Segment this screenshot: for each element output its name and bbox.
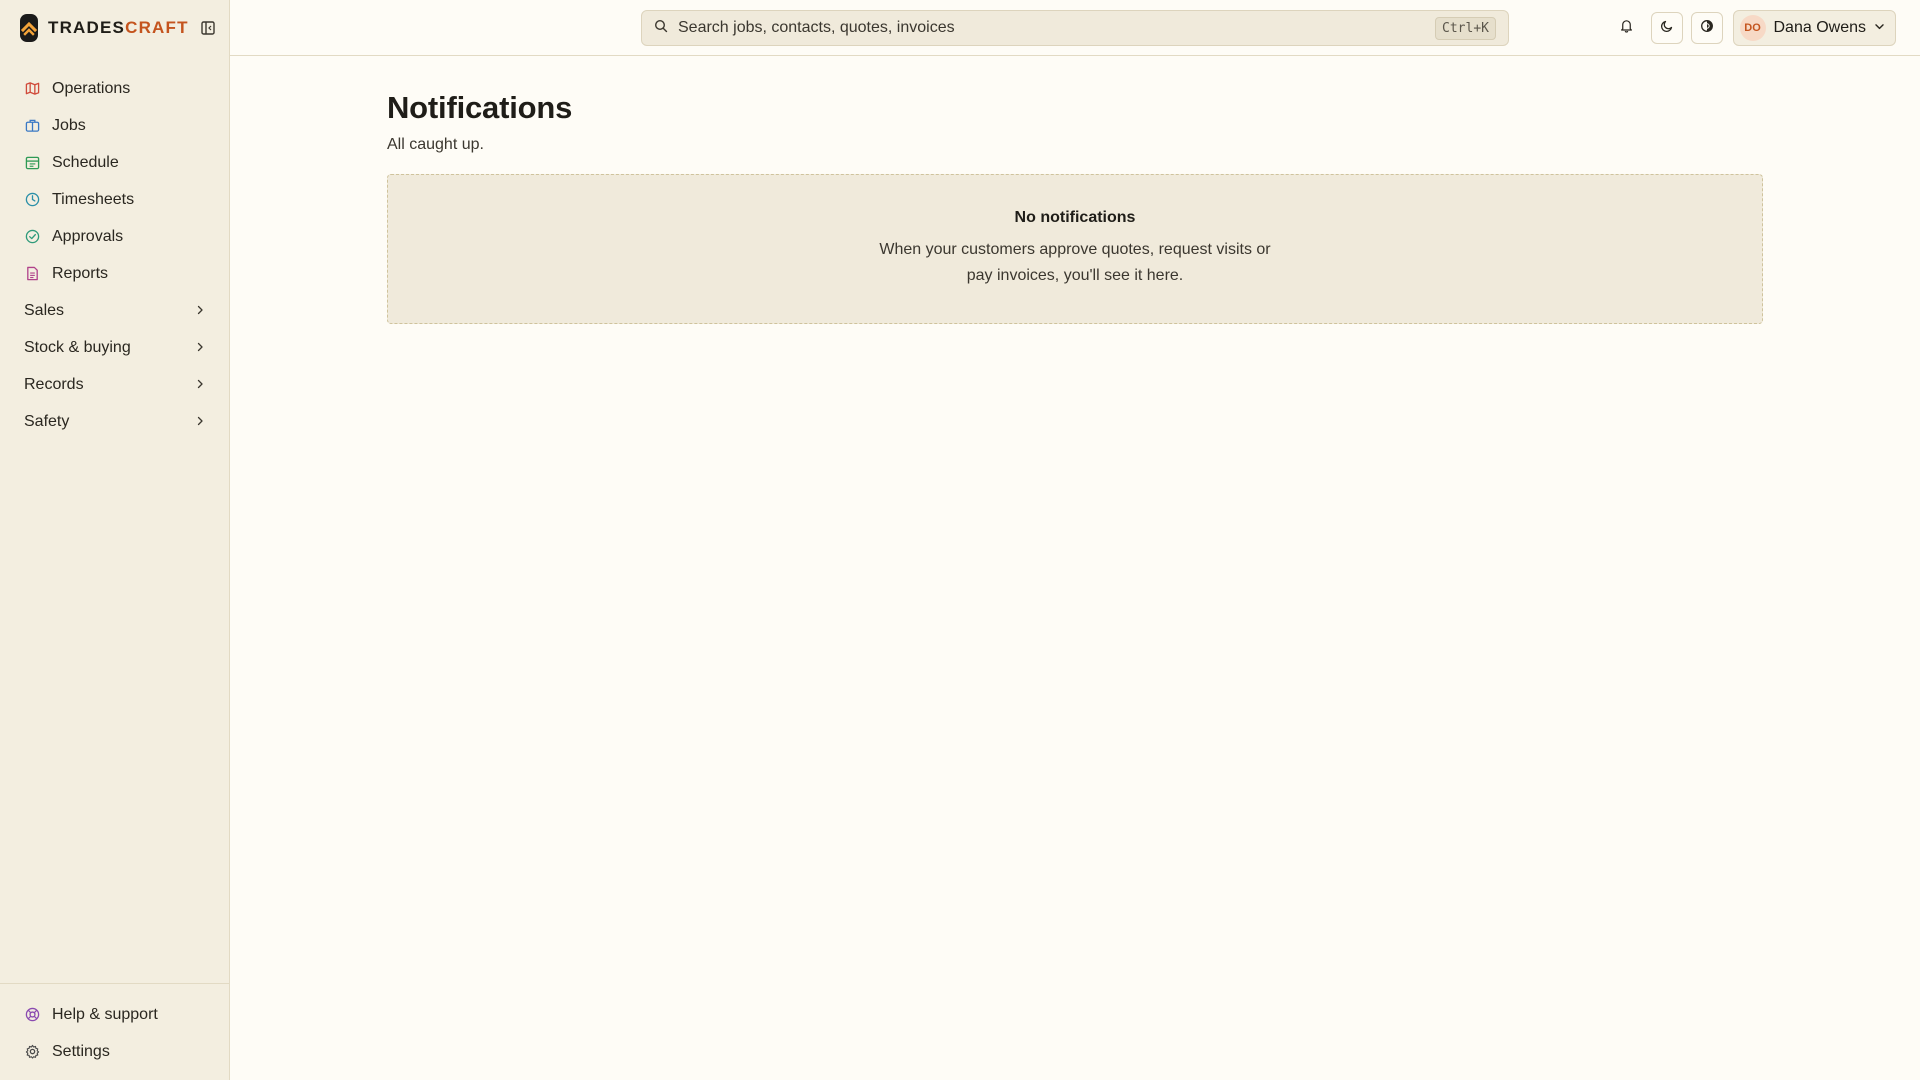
sidebar-item-operations[interactable]: Operations [0, 70, 229, 107]
empty-state-text: When your customers approve quotes, requ… [879, 241, 1271, 284]
search-bar[interactable]: Ctrl+K [641, 10, 1509, 46]
theme-toggle-button[interactable] [1650, 12, 1683, 44]
sidebar-group-label: Records [24, 375, 84, 393]
briefcase-icon [24, 118, 40, 134]
sidebar-item-reports[interactable]: Reports [0, 255, 229, 292]
user-menu-button[interactable]: DO Dana Owens [1732, 10, 1896, 46]
sidebar-group-label: Safety [24, 412, 70, 430]
sidebar-item-label: Reports [52, 264, 109, 282]
chevron-right-icon [195, 339, 205, 357]
map-icon [24, 81, 40, 97]
sidebar-group-label: Sales [24, 301, 65, 319]
sidebar-item-label: Schedule [52, 153, 119, 171]
app-root: TRADESCRAFT Operations Jobs Schedule Tim… [0, 0, 1920, 1080]
sidebar-item-label: Jobs [52, 116, 86, 134]
contrast-toggle-button[interactable] [1690, 12, 1723, 44]
chevron-right-icon [195, 302, 205, 320]
sidebar-group-stock-buying[interactable]: Stock & buying [0, 329, 229, 366]
main-area: Ctrl+K [230, 0, 1920, 1080]
brand-name: TRADESCRAFT [48, 18, 189, 38]
contrast-icon [1700, 19, 1714, 38]
topbar-actions: DO Dana Owens [1611, 10, 1896, 46]
search-input[interactable] [678, 19, 1426, 37]
sidebar: TRADESCRAFT Operations Jobs Schedule Tim… [0, 0, 230, 1080]
sidebar-collapse-icon[interactable] [201, 18, 215, 38]
page-title: Notifications [387, 90, 573, 125]
sidebar-item-timesheets[interactable]: Timesheets [0, 181, 229, 218]
brand: TRADESCRAFT [0, 0, 229, 56]
sidebar-footer: Help & support Settings [0, 983, 229, 1080]
notifications-button[interactable] [1611, 12, 1643, 44]
empty-state: No notifications When your customers app… [387, 174, 1763, 324]
lifebuoy-icon [24, 1007, 40, 1023]
sidebar-group-safety[interactable]: Safety [0, 403, 229, 440]
sidebar-item-jobs[interactable]: Jobs [0, 107, 229, 144]
sidebar-item-label: Settings [52, 1042, 110, 1060]
empty-state-title: No notifications [1014, 209, 1136, 226]
page-subtitle: All caught up. [387, 136, 484, 153]
topbar: Ctrl+K [230, 0, 1920, 56]
bell-icon [1619, 18, 1634, 38]
brand-name-main: TRADES [48, 18, 126, 37]
sidebar-item-help-support[interactable]: Help & support [0, 996, 229, 1033]
logo-icon [20, 14, 38, 42]
search-shortcut-badge: Ctrl+K [1435, 16, 1496, 40]
report-icon [24, 266, 40, 282]
sidebar-item-settings[interactable]: Settings [0, 1033, 229, 1070]
sidebar-group-sales[interactable]: Sales [0, 292, 229, 329]
notifications-page: Notifications All caught up. No notifica… [230, 56, 1920, 324]
moon-icon [1660, 19, 1674, 38]
chevron-down-icon [1874, 19, 1885, 37]
sidebar-group-records[interactable]: Records [0, 366, 229, 403]
check-circle-icon [24, 229, 40, 245]
calendar-icon [24, 155, 40, 171]
chevron-right-icon [195, 376, 205, 394]
chevron-right-icon [195, 413, 205, 431]
sidebar-item-label: Approvals [52, 227, 124, 245]
sidebar-item-schedule[interactable]: Schedule [0, 144, 229, 181]
sidebar-item-label: Operations [52, 79, 131, 97]
gear-icon [24, 1044, 40, 1060]
user-name: Dana Owens [1773, 19, 1867, 36]
sidebar-item-approvals[interactable]: Approvals [0, 218, 229, 255]
brand-name-accent: CRAFT [125, 18, 189, 37]
avatar: DO [1739, 15, 1766, 41]
clock-icon [24, 192, 40, 208]
sidebar-group-label: Stock & buying [24, 338, 131, 356]
sidebar-item-label: Timesheets [52, 190, 135, 208]
search-icon [654, 19, 668, 38]
sidebar-item-label: Help & support [52, 1005, 158, 1023]
sidebar-nav: Operations Jobs Schedule Timesheets Appr… [0, 56, 229, 983]
